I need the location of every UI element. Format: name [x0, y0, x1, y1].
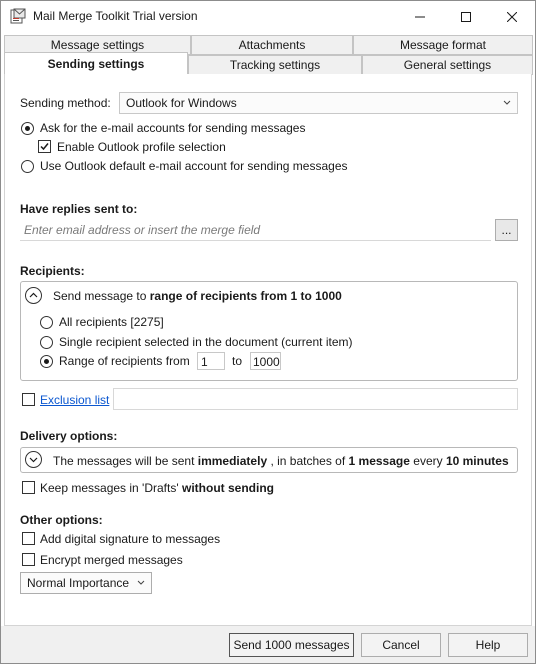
- replies-placeholder: Enter email address or insert the merge …: [24, 223, 261, 237]
- enable-profile-checkbox[interactable]: [38, 140, 51, 153]
- maximize-icon: [461, 11, 471, 22]
- ask-accounts-label: Ask for the e-mail accounts for sending …: [40, 121, 306, 135]
- tab-attachments[interactable]: Attachments: [191, 35, 353, 55]
- exclusion-list-link[interactable]: Exclusion list: [40, 393, 109, 407]
- encrypt-messages-checkbox[interactable]: [22, 553, 35, 566]
- tab-message-format[interactable]: Message format: [353, 35, 533, 55]
- help-button[interactable]: Help: [448, 633, 528, 657]
- importance-dropdown[interactable]: Normal Importance: [20, 572, 152, 594]
- tab-tracking-settings[interactable]: Tracking settings: [188, 55, 362, 75]
- recipients-summary-prefix: Send message to: [53, 289, 147, 303]
- sending-method-value: Outlook for Windows: [126, 96, 237, 110]
- range-from-value: 1: [201, 355, 208, 369]
- all-recipients-label: All recipients [2275]: [59, 315, 164, 329]
- tab-general-settings[interactable]: General settings: [362, 55, 533, 75]
- title-bar: Mail Merge Toolkit Trial version: [1, 1, 535, 32]
- keep-drafts-prefix: Keep messages in 'Drafts': [40, 481, 179, 495]
- delivery-options-group: The messages will be sent immediately , …: [20, 447, 518, 473]
- recipients-label: Recipients:: [20, 264, 85, 278]
- delivery-text-1: The messages will be sent: [53, 454, 195, 468]
- chevron-up-icon: [29, 292, 38, 298]
- chevron-down-icon: [29, 457, 38, 463]
- sending-method-dropdown[interactable]: Outlook for Windows: [119, 92, 518, 114]
- range-to-label: to: [232, 354, 243, 368]
- range-recipients-label: Range of recipients from: [59, 354, 190, 368]
- single-recipient-radio[interactable]: [40, 336, 53, 349]
- exclusion-list-input[interactable]: [113, 388, 518, 410]
- keep-drafts-bold: without sending: [182, 481, 274, 495]
- delivery-text-3: every: [413, 454, 443, 468]
- sending-method-label: Sending method:: [20, 96, 111, 110]
- send-messages-button[interactable]: Send 1000 messages: [229, 633, 354, 657]
- use-default-account-label: Use Outlook default e-mail account for s…: [40, 159, 348, 173]
- encrypt-messages-label: Encrypt merged messages: [40, 553, 183, 567]
- all-recipients-radio[interactable]: [40, 316, 53, 329]
- cancel-button[interactable]: Cancel: [361, 633, 441, 657]
- single-recipient-label: Single recipient selected in the documen…: [59, 335, 353, 349]
- tab-strip: Message settings Attachments Message for…: [1, 33, 535, 75]
- range-to-input[interactable]: 1000: [250, 352, 281, 370]
- footer-bar: Send 1000 messages Cancel Help: [1, 626, 535, 663]
- keep-drafts-checkbox[interactable]: [22, 481, 35, 494]
- app-icon: [10, 8, 26, 24]
- recipients-group: Send message to range of recipients from…: [20, 281, 518, 381]
- use-default-account-radio[interactable]: [21, 160, 34, 173]
- checkmark-icon: [40, 143, 49, 151]
- close-icon: [507, 11, 517, 22]
- insert-merge-field-button[interactable]: ...: [495, 219, 518, 241]
- collapse-recipients-button[interactable]: [25, 287, 42, 304]
- maximize-button[interactable]: [443, 1, 489, 32]
- delivery-batch-size: 1 message: [348, 454, 410, 468]
- enable-profile-label: Enable Outlook profile selection: [57, 140, 226, 154]
- close-button[interactable]: [489, 1, 535, 32]
- replies-input[interactable]: Enter email address or insert the merge …: [20, 219, 491, 241]
- digital-signature-label: Add digital signature to messages: [40, 532, 221, 546]
- recipients-summary: Send message to range of recipients from…: [53, 289, 342, 303]
- delivery-interval: 10 minutes: [445, 454, 509, 468]
- sending-settings-panel: Sending method: Outlook for Windows Ask …: [4, 74, 532, 626]
- keep-drafts-label: Keep messages in 'Drafts' without sendin…: [40, 481, 274, 495]
- delivery-text-2: , in batches of: [270, 454, 346, 468]
- other-options-label: Other options:: [20, 513, 103, 527]
- chevron-down-icon: [137, 580, 145, 585]
- main-window: Mail Merge Toolkit Trial version Message…: [0, 0, 536, 664]
- replies-label: Have replies sent to:: [20, 202, 138, 216]
- recipients-summary-range: range of recipients from 1 to 1000: [149, 289, 342, 303]
- expand-delivery-button[interactable]: [25, 451, 42, 468]
- range-recipients-radio[interactable]: [40, 355, 53, 368]
- exclusion-list-checkbox[interactable]: [22, 393, 35, 406]
- chevron-down-icon: [503, 100, 511, 105]
- window-title: Mail Merge Toolkit Trial version: [33, 9, 198, 23]
- tab-sending-settings[interactable]: Sending settings: [4, 52, 188, 75]
- delivery-summary: The messages will be sent immediately , …: [53, 454, 509, 468]
- minimize-icon: [415, 16, 425, 17]
- digital-signature-checkbox[interactable]: [22, 532, 35, 545]
- ask-accounts-radio[interactable]: [21, 122, 34, 135]
- delivery-options-label: Delivery options:: [20, 429, 118, 443]
- range-from-input[interactable]: 1: [197, 352, 225, 370]
- minimize-button[interactable]: [397, 1, 443, 32]
- importance-value: Normal Importance: [27, 576, 130, 590]
- range-to-value: 1000: [253, 355, 280, 369]
- delivery-timing: immediately: [197, 454, 268, 468]
